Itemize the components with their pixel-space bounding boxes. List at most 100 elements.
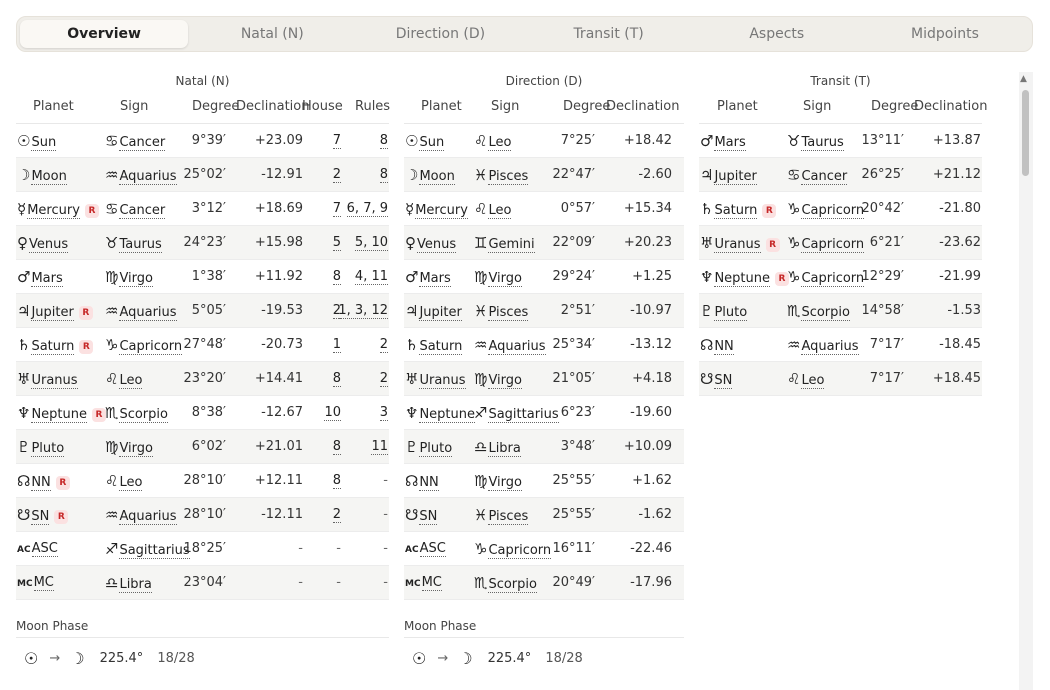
sign-link[interactable]: Taurus [119, 238, 162, 253]
planet-link[interactable]: SN [714, 374, 733, 389]
rules-value[interactable]: 6, 7, 9 [346, 192, 388, 226]
scroll-up-icon[interactable]: ▲ [1020, 74, 1027, 84]
sign-link[interactable]: Cancer [119, 204, 166, 219]
sign-link[interactable]: Capricorn [801, 204, 865, 219]
sign-link[interactable]: Aquarius [488, 340, 546, 355]
sign-link[interactable]: Pisces [488, 306, 529, 321]
planet-link[interactable]: Pluto [714, 306, 748, 321]
sign-link[interactable]: Libra [488, 442, 521, 457]
rules-link[interactable]: 1, 3, 12 [338, 304, 388, 319]
house-value[interactable]: 1 [332, 328, 341, 362]
sign-link[interactable]: Leo [488, 204, 512, 219]
house-link[interactable]: 2 [332, 168, 341, 183]
rules-link[interactable]: 4, 11 [354, 270, 388, 285]
rules-link[interactable]: 8 [379, 168, 388, 183]
tab-direction-d[interactable]: Direction (D) [356, 20, 524, 48]
sign-link[interactable]: Taurus [801, 136, 844, 151]
planet-link[interactable]: Uranus [714, 238, 761, 253]
tab-overview[interactable]: Overview [20, 20, 189, 48]
tab-aspects[interactable]: Aspects [693, 20, 861, 48]
rules-value[interactable]: 2 [379, 328, 388, 362]
house-link[interactable]: 7 [332, 134, 341, 149]
sign-link[interactable]: Virgo [488, 476, 522, 491]
rules-value[interactable]: 8 [379, 158, 388, 192]
rules-link[interactable]: 11 [371, 440, 388, 455]
planet-link[interactable]: Uranus [31, 374, 78, 389]
planet-link[interactable]: Saturn [31, 340, 75, 355]
planet-link[interactable]: MC [421, 576, 442, 591]
sign-link[interactable]: Sagittarius [119, 544, 190, 559]
sign-link[interactable]: Cancer [119, 136, 166, 151]
planet-link[interactable]: Moon [31, 170, 67, 185]
tab-transit-t[interactable]: Transit (T) [525, 20, 693, 48]
planet-link[interactable]: Neptune [714, 272, 771, 287]
sign-link[interactable]: Capricorn [119, 340, 183, 355]
house-value[interactable]: 8 [332, 430, 341, 464]
sign-link[interactable]: Aquarius [801, 340, 859, 355]
house-value[interactable]: 8 [332, 362, 341, 396]
sign-link[interactable]: Cancer [801, 170, 848, 185]
rules-value[interactable]: 5, 10 [354, 226, 388, 260]
sign-link[interactable]: Scorpio [119, 408, 168, 423]
house-value[interactable]: 7 [332, 124, 341, 158]
sign-link[interactable]: Aquarius [119, 510, 177, 525]
planet-link[interactable]: Saturn [714, 204, 758, 219]
planet-link[interactable]: Sun [419, 136, 445, 151]
planet-link[interactable]: Saturn [419, 340, 463, 355]
house-value[interactable]: 7 [332, 192, 341, 226]
house-value[interactable]: 8 [332, 464, 341, 498]
sign-link[interactable]: Scorpio [801, 306, 850, 321]
rules-value[interactable]: 11 [371, 430, 388, 464]
planet-link[interactable]: Moon [419, 170, 455, 185]
sign-link[interactable]: Virgo [488, 272, 522, 287]
rules-value[interactable]: 8 [379, 124, 388, 158]
house-link[interactable]: 8 [332, 372, 341, 387]
tab-midpoints[interactable]: Midpoints [861, 20, 1029, 48]
sign-link[interactable]: Pisces [488, 510, 529, 525]
house-value[interactable]: 10 [324, 396, 341, 430]
sign-link[interactable]: Leo [488, 136, 512, 151]
rules-link[interactable]: 2 [379, 372, 388, 387]
house-link[interactable]: 5 [332, 236, 341, 251]
sign-link[interactable]: Sagittarius [488, 408, 559, 423]
sign-link[interactable]: Capricorn [488, 544, 552, 559]
rules-link[interactable]: 6, 7, 9 [346, 202, 388, 217]
planet-link[interactable]: MC [33, 576, 54, 591]
planet-link[interactable]: Mars [419, 272, 451, 287]
planet-link[interactable]: Jupiter [419, 306, 462, 321]
rules-link[interactable]: 8 [379, 134, 388, 149]
house-link[interactable]: 8 [332, 440, 341, 455]
sign-link[interactable]: Capricorn [801, 272, 865, 287]
house-link[interactable]: 7 [332, 202, 341, 217]
planet-link[interactable]: Jupiter [714, 170, 757, 185]
planet-link[interactable]: Neptune [419, 408, 476, 423]
planet-link[interactable]: Mercury [415, 204, 468, 219]
house-value[interactable]: 5 [332, 226, 341, 260]
rules-value[interactable]: 3 [379, 396, 388, 430]
sign-link[interactable]: Libra [119, 578, 152, 593]
sign-link[interactable]: Aquarius [119, 306, 177, 321]
tab-natal-n[interactable]: Natal (N) [188, 20, 356, 48]
planet-link[interactable]: Jupiter [31, 306, 74, 321]
house-link[interactable]: 8 [332, 474, 341, 489]
planet-link[interactable]: NN [31, 476, 51, 491]
planet-link[interactable]: Pluto [31, 442, 65, 457]
planet-link[interactable]: ASC [419, 542, 446, 557]
house-value[interactable]: 8 [332, 260, 341, 294]
planet-link[interactable]: Mars [31, 272, 63, 287]
planet-link[interactable]: Mars [714, 136, 746, 151]
house-link[interactable]: 1 [332, 338, 341, 353]
house-link[interactable]: 10 [324, 406, 341, 421]
rules-link[interactable]: 5, 10 [354, 236, 388, 251]
planet-link[interactable]: NN [419, 476, 439, 491]
planet-link[interactable]: Venus [29, 238, 69, 253]
planet-link[interactable]: SN [419, 510, 438, 525]
planet-link[interactable]: SN [31, 510, 50, 525]
sign-link[interactable]: Leo [119, 476, 143, 491]
rules-value[interactable]: 2 [379, 362, 388, 396]
scrollbar-thumb[interactable] [1022, 90, 1029, 176]
planet-link[interactable]: Venus [417, 238, 457, 253]
planet-link[interactable]: Uranus [419, 374, 466, 389]
planet-link[interactable]: Neptune [31, 408, 88, 423]
sign-link[interactable]: Scorpio [488, 578, 537, 593]
